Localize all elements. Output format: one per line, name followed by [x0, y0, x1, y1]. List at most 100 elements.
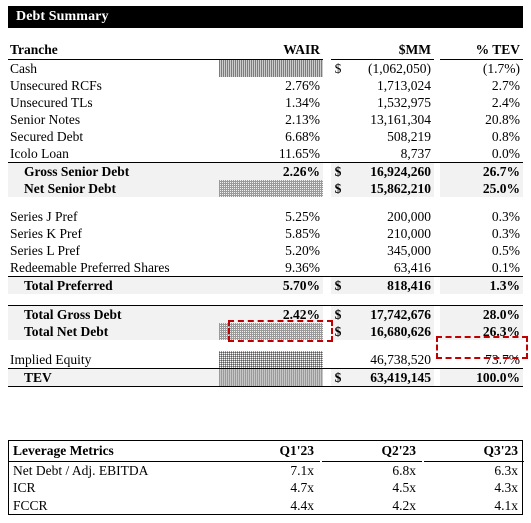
- row-wair-blocked: [219, 180, 323, 197]
- row-mm: 210,000: [387, 226, 431, 241]
- row-currency: [331, 145, 345, 163]
- total-row-tev: TEV $ 63,419,145 100.0%: [8, 368, 523, 387]
- row-label: Secured Debt: [10, 129, 84, 144]
- row-wair: 2.76%: [285, 78, 320, 93]
- cell-gap: [323, 111, 331, 128]
- row-label: Cash: [10, 61, 37, 76]
- column-header-q1: Q1'23: [220, 441, 320, 462]
- row-q2: 4.2x: [392, 498, 416, 513]
- row-wair-blocked: [219, 368, 323, 387]
- row-tev: 100.0%: [440, 368, 523, 387]
- row-currency: $: [331, 323, 345, 340]
- table-row: Cash $ (1,062,050) (1.7%): [8, 59, 523, 77]
- row-wair-blocked: [219, 323, 323, 340]
- row-tev: 2.7%: [491, 78, 520, 93]
- row-tev: 0.3%: [491, 226, 520, 241]
- row-q3: 6.3x: [494, 463, 518, 478]
- row-tev: 0.3%: [491, 209, 520, 224]
- row-label: Unsecured RCFs: [10, 78, 102, 93]
- row-mm: (1,062,050): [368, 61, 431, 76]
- column-header-leverage-metrics: Leverage Metrics: [9, 441, 220, 462]
- row-label: Series L Pref: [10, 243, 80, 258]
- row-q2: 6.8x: [392, 463, 416, 478]
- row-mm: 17,742,676: [345, 305, 434, 323]
- row-mm: 16,924,260: [345, 162, 434, 180]
- row-q1: 4.7x: [290, 480, 314, 495]
- debt-summary-table: Tranche WAIR $MM % TEV Cash $ (1,062,050…: [8, 40, 523, 387]
- header-currency-spacer: [331, 40, 345, 60]
- cell-gap: [323, 225, 331, 242]
- cell-gap: [323, 94, 331, 111]
- row-label: Redeemable Preferred Shares: [10, 260, 170, 275]
- row-label: Total Net Debt: [8, 323, 219, 340]
- row-tev: 20.8%: [485, 112, 520, 127]
- row-q1: 4.4x: [290, 498, 314, 513]
- row-currency: [331, 208, 345, 225]
- row-q3: 4.3x: [494, 480, 518, 495]
- total-row-net-debt: Total Net Debt $ 16,680,626 26.3%: [8, 323, 523, 340]
- row-label: Implied Equity: [10, 352, 92, 367]
- row-tev: 25.0%: [440, 180, 523, 197]
- row-wair: 2.13%: [285, 112, 320, 127]
- column-header-tev: % TEV: [440, 40, 523, 60]
- row-mm: 345,000: [387, 243, 431, 258]
- row-wair: 6.68%: [285, 129, 320, 144]
- row-tev: 2.4%: [491, 95, 520, 110]
- row-currency: [331, 242, 345, 259]
- row-currency: $: [331, 180, 345, 197]
- row-currency: $: [331, 368, 345, 387]
- row-tev: 0.0%: [491, 146, 520, 161]
- cell-gap: [323, 323, 331, 340]
- row-wair: 5.70%: [219, 276, 323, 294]
- cell-gap: [323, 162, 331, 180]
- row-label: ICR: [13, 480, 36, 495]
- debt-summary-title-bar: Debt Summary: [8, 6, 523, 28]
- row-tev: 73.7%: [485, 352, 520, 367]
- row-mm: 46,738,520: [370, 352, 431, 367]
- row-label: Net Debt / Adj. EBITDA: [13, 463, 149, 478]
- row-label: TEV: [8, 368, 219, 387]
- row-wair: 5.20%: [285, 243, 320, 258]
- row-currency: $: [334, 61, 342, 76]
- subtotal-row-net-senior-debt: Net Senior Debt $ 15,862,210 25.0%: [8, 180, 523, 197]
- row-label: Series K Pref: [10, 226, 82, 241]
- row-tev: 0.5%: [491, 243, 520, 258]
- row-mm: 8,737: [400, 146, 431, 161]
- row-currency: [331, 225, 345, 242]
- row-label: Total Gross Debt: [8, 305, 219, 323]
- row-tev: 26.3%: [440, 323, 523, 340]
- table-row: Unsecured TLs 1.34% 1,532,975 2.4%: [8, 94, 523, 111]
- column-header-mm: $MM: [345, 40, 434, 60]
- table-row: Secured Debt 6.68% 508,219 0.8%: [8, 128, 523, 145]
- row-mm: 1,532,975: [377, 95, 431, 110]
- row-currency: [331, 128, 345, 145]
- cell-gap: [323, 305, 331, 323]
- cell-gap: [323, 276, 331, 294]
- row-wair: 11.65%: [278, 146, 320, 161]
- row-spacer: [8, 340, 523, 351]
- row-tev: 0.1%: [491, 260, 520, 275]
- cell-gap: [323, 145, 331, 163]
- row-label: Gross Senior Debt: [8, 162, 219, 180]
- cell-gap: [323, 128, 331, 145]
- row-wair: 2.42%: [219, 305, 323, 323]
- table-row: Unsecured RCFs 2.76% 1,713,024 2.7%: [8, 77, 523, 94]
- leverage-metrics-table: Leverage Metrics Q1'23 Q2'23 Q3'23 Net D…: [9, 441, 524, 514]
- table-row: Senior Notes 2.13% 13,161,304 20.8%: [8, 111, 523, 128]
- row-label: Total Preferred: [8, 276, 219, 294]
- header-gap-1: [323, 40, 331, 60]
- table-row: Redeemable Preferred Shares 9.36% 63,416…: [8, 259, 523, 277]
- cell-gap: [323, 259, 331, 277]
- column-header-wair: WAIR: [219, 40, 323, 60]
- table-row: Series K Pref 5.85% 210,000 0.3%: [8, 225, 523, 242]
- row-mm: 15,862,210: [345, 180, 434, 197]
- column-header-tranche: Tranche: [8, 40, 219, 60]
- row-tev: (1.7%): [482, 61, 520, 76]
- subtotal-row-total-preferred: Total Preferred 5.70% $ 818,416 1.3%: [8, 276, 523, 294]
- row-tev: 1.3%: [440, 276, 523, 294]
- row-mm: 818,416: [345, 276, 434, 294]
- row-q2: 4.5x: [392, 480, 416, 495]
- row-mm: 508,219: [387, 129, 431, 144]
- row-tev: 26.7%: [440, 162, 523, 180]
- debt-table-header-row: Tranche WAIR $MM % TEV: [8, 40, 523, 60]
